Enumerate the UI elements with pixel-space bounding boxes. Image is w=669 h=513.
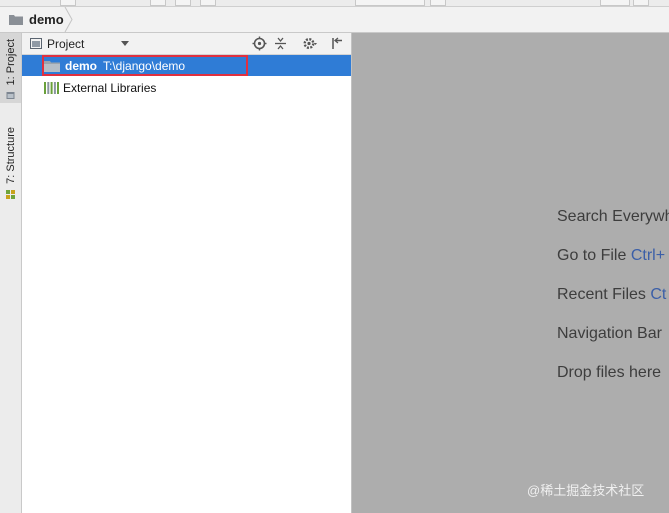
project-panel-header: Project [22, 33, 351, 55]
navigation-bar: demo [0, 7, 669, 33]
editor-area: Search Everywh Go to File Ctrl+ Recent F… [352, 33, 669, 513]
project-panel: Project demo T:\django\demo External Lib… [22, 33, 352, 513]
structure-icon [6, 189, 15, 199]
tree-root-name: demo [65, 58, 98, 73]
tab-structure-label: 7: Structure [4, 127, 17, 184]
shortcut-text: Ct [650, 286, 667, 303]
tree-external-libraries-label: External Libraries [63, 80, 157, 95]
hint-recent-files: Recent Files Ct [557, 286, 667, 303]
toolbar-button[interactable] [633, 0, 649, 6]
libraries-icon [44, 82, 59, 94]
shortcut-text: Ctrl+ [630, 247, 666, 264]
tab-project[interactable]: 1: Project [0, 33, 21, 103]
view-selector[interactable]: Project [30, 35, 130, 52]
hint-drop-files: Drop files here [557, 364, 662, 381]
watermark-text: @稀土掘金技术社区 [527, 483, 645, 498]
breadcrumb-project[interactable]: demo [29, 12, 64, 27]
hint-navigation-bar: Navigation Bar [557, 325, 662, 342]
tab-structure[interactable]: 7: Structure [0, 123, 21, 207]
hint-search-everywhere: Search Everywh [557, 208, 669, 225]
main-toolbar [0, 0, 669, 7]
tree-external-libraries[interactable]: External Libraries [22, 77, 351, 98]
tab-project-label: 1: Project [4, 39, 17, 86]
watermark: @稀土掘金技术社区 [527, 480, 644, 499]
toolbar-button[interactable] [600, 0, 630, 6]
breadcrumb-separator [64, 7, 73, 32]
hint-go-to-file: Go to File Ctrl+ [557, 247, 666, 264]
tool-window-strip: 1: Project 7: Structure [0, 33, 22, 513]
hide-panel-icon[interactable] [330, 36, 345, 51]
project-view-icon [30, 38, 42, 49]
chevron-down-icon [121, 41, 130, 46]
project-icon [6, 92, 15, 100]
tree-root-demo[interactable]: demo T:\django\demo [22, 55, 351, 76]
run-config-select[interactable] [355, 0, 425, 6]
locate-icon[interactable] [252, 36, 267, 51]
toolbar-button[interactable] [175, 0, 191, 6]
toolbar-button[interactable] [200, 0, 216, 6]
collapse-all-icon[interactable] [273, 36, 288, 51]
tree-root-path: T:\django\demo [103, 58, 186, 73]
toolbar-button[interactable] [430, 0, 446, 6]
gear-icon[interactable] [302, 36, 317, 51]
folder-icon [9, 15, 23, 25]
breadcrumb[interactable]: demo [9, 11, 64, 28]
toolbar-button[interactable] [60, 0, 76, 6]
toolbar-button[interactable] [150, 0, 166, 6]
view-selector-label: Project [47, 36, 85, 51]
folder-icon [44, 60, 60, 72]
